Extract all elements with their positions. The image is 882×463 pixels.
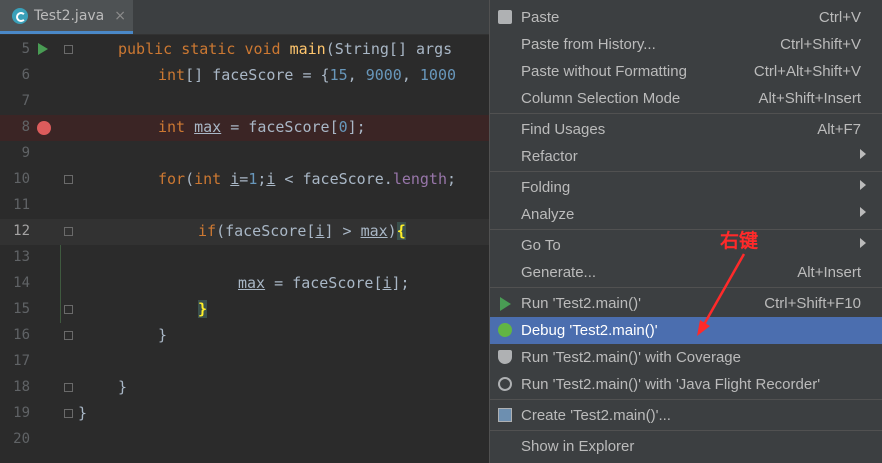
fold-icon[interactable] [64, 45, 73, 54]
menu-separator [490, 171, 882, 172]
line-number: 19 [13, 405, 30, 421]
code-text: for(int i=1;i < faceScore.length; [158, 170, 457, 188]
code-text: } [158, 326, 168, 344]
line-number: 16 [13, 327, 30, 343]
annotation-label: 右键 [720, 230, 759, 252]
debug-bug-icon [498, 323, 512, 337]
menu-item-show-in-explorer[interactable]: Show in Explorer [490, 433, 882, 460]
menu-item-folding[interactable]: Folding [490, 174, 882, 201]
menu-item-generate[interactable]: Generate... Alt+Insert [490, 259, 882, 286]
menu-separator [490, 287, 882, 288]
tab-label: Test2.java [34, 7, 105, 24]
code-text: } [198, 300, 208, 318]
context-menu: Paste Ctrl+V Paste from History... Ctrl+Sh… [489, 0, 882, 463]
menu-item-column-selection-mode[interactable]: Column Selection Mode Alt+Shift+Insert [490, 85, 882, 112]
menu-item-paste[interactable]: Paste Ctrl+V [490, 4, 882, 31]
line-number: 9 [21, 145, 30, 161]
menu-separator [490, 229, 882, 230]
fold-icon[interactable] [64, 383, 73, 392]
menu-item-run-with-jfr[interactable]: Run 'Test2.main()' with 'Java Flight Rec… [490, 371, 882, 398]
close-icon[interactable]: × [114, 8, 126, 24]
submenu-arrow-icon [860, 180, 866, 190]
menu-item-paste-without-formatting[interactable]: Paste without Formatting Ctrl+Alt+Shift+V [490, 58, 882, 85]
line-number: 18 [13, 379, 30, 395]
line-number: 8 [21, 119, 30, 135]
code-text: if(faceScore[i] > max){ [198, 222, 406, 240]
menu-item-paste-from-history[interactable]: Paste from History... Ctrl+Shift+V [490, 31, 882, 58]
menu-item-debug[interactable]: Debug 'Test2.main()' [490, 317, 882, 344]
menu-item-create-config[interactable]: Create 'Test2.main()'... [490, 402, 882, 429]
code-text: } [78, 404, 88, 422]
code-text: max = faceScore[i]; [238, 274, 410, 292]
flight-recorder-icon [498, 377, 512, 391]
fold-icon[interactable] [64, 409, 73, 418]
submenu-arrow-icon [860, 149, 866, 159]
code-text: int[] faceScore = {15, 9000, 1000 [158, 66, 457, 84]
fold-icon[interactable] [64, 227, 73, 236]
menu-separator [490, 399, 882, 400]
line-number: 5 [21, 41, 30, 57]
fold-icon[interactable] [64, 305, 73, 314]
fold-icon[interactable] [64, 175, 73, 184]
code-text: } [118, 378, 128, 396]
clipboard-icon [498, 10, 512, 24]
menu-item-go-to[interactable]: Go To [490, 232, 882, 259]
run-icon [500, 297, 511, 311]
tab-test2-java[interactable]: Test2.java × [0, 0, 133, 34]
menu-separator [490, 113, 882, 114]
line-number: 20 [13, 431, 30, 447]
code-text: int max = faceScore[0]; [158, 118, 366, 136]
line-number: 14 [13, 275, 30, 291]
menu-item-find-usages[interactable]: Find Usages Alt+F7 [490, 116, 882, 143]
menu-item-analyze[interactable]: Analyze [490, 201, 882, 228]
menu-item-run-with-coverage[interactable]: Run 'Test2.main()' with Coverage [490, 344, 882, 371]
submenu-arrow-icon [860, 238, 866, 248]
coverage-shield-icon [498, 350, 512, 364]
line-number: 13 [13, 249, 30, 265]
java-class-icon [12, 7, 28, 24]
line-number: 12 [13, 223, 30, 239]
submenu-arrow-icon [860, 207, 866, 217]
line-number: 11 [13, 197, 30, 213]
menu-item-run[interactable]: Run 'Test2.main()' Ctrl+Shift+F10 [490, 290, 882, 317]
code-text: public static void main(String[] args [118, 40, 453, 58]
run-config-icon [498, 408, 512, 422]
menu-separator [490, 430, 882, 431]
line-number: 7 [21, 93, 30, 109]
line-number: 10 [13, 171, 30, 187]
fold-icon[interactable] [64, 331, 73, 340]
run-gutter-icon[interactable] [38, 43, 48, 55]
breakpoint-icon[interactable] [37, 121, 51, 135]
menu-item-refactor[interactable]: Refactor [490, 143, 882, 170]
line-number: 15 [13, 301, 30, 317]
line-number: 17 [13, 353, 30, 369]
line-number: 6 [21, 67, 30, 83]
